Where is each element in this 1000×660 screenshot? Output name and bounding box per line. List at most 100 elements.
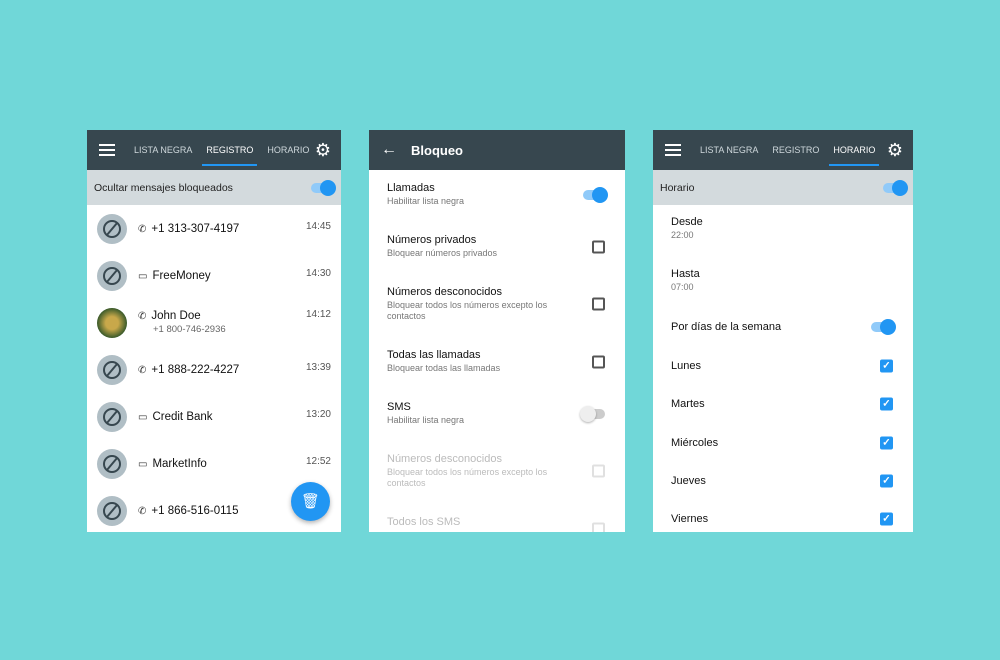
weekdays-toggle[interactable] [871,319,896,335]
setting-row[interactable]: SMS Habilitar lista negra [387,401,605,427]
tab-blacklist[interactable]: LISTA NEGRA [693,130,765,170]
day-row[interactable]: Lunes ✓ [671,358,893,374]
log-time: 12:52 [305,456,331,467]
tab-blacklist[interactable]: LISTA NEGRA [127,130,199,170]
menu-icon[interactable] [99,144,115,156]
from-value: 22:00 [671,230,694,240]
day-row[interactable]: Jueves ✓ [671,473,893,489]
tab-schedule[interactable]: HORARIO [826,130,882,170]
blocked-icon [97,354,127,385]
log-time: 14:30 [305,268,331,279]
phone-icon: ✆ [138,223,147,235]
setting-subtitle: Habilitar lista negra [387,196,465,206]
menu-icon[interactable] [665,144,681,156]
log-time: 14:45 [305,221,331,232]
day-row[interactable]: Martes ✓ [671,396,893,412]
setting-subtitle: Bloquear números privados [387,248,498,258]
phone-icon: ✆ [138,505,147,517]
setting-switch[interactable] [580,406,605,422]
log-time: 14:12 [305,309,331,320]
app-header: LISTA NEGRA REGISTRO HORARIO ⚙ [653,130,913,170]
call-log-screen: LISTA NEGRA REGISTRO HORARIO ⚙ Ocultar m… [87,130,341,532]
from-label: Desde [671,216,703,228]
hide-blocked-label: Ocultar mensajes bloqueados [94,181,233,194]
setting-checkbox[interactable] [592,240,605,254]
day-label: Lunes [671,360,701,372]
contact-name: MarketInfo [152,457,207,470]
avatar [97,307,127,338]
day-checkbox[interactable]: ✓ [880,436,893,450]
setting-checkbox[interactable] [592,464,605,478]
setting-row[interactable]: Todas las llamadas Bloquear todas las ll… [387,349,605,375]
day-checkbox[interactable]: ✓ [880,474,893,488]
blocked-icon [97,495,127,526]
app-header: LISTA NEGRA REGISTRO HORARIO ⚙ [87,130,341,170]
log-item[interactable]: ✆ +1 888-222-4227 13:39 [87,346,341,393]
setting-switch[interactable] [583,187,608,203]
setting-checkbox[interactable] [592,522,605,532]
phone-icon: ✆ [138,311,147,322]
contact-name: Credit Bank [152,410,213,423]
contact-name: FreeMoney [152,269,211,282]
from-time-row[interactable]: Desde 22:00 [671,216,893,241]
setting-checkbox[interactable] [592,355,605,369]
app-header: ← Bloqueo [369,130,625,170]
schedule-toggle-row: Horario [653,170,913,205]
tab-log[interactable]: REGISTRO [765,130,826,170]
contact-name: John Doe [151,310,201,322]
setting-title: SMS [387,401,411,413]
setting-title: Números desconocidos [387,286,502,298]
trash-icon: 🗑 [300,493,321,510]
setting-subtitle: Bloquear todos los números excepto los c… [387,467,548,488]
day-row[interactable]: Miércoles ✓ [671,435,893,451]
log-item[interactable]: ✆ John Doe +1 800-746-2936 14:12 [87,299,341,346]
log-time: 13:39 [305,362,331,373]
contact-number: +1 800-746-2936 [153,324,226,335]
log-item[interactable]: ▭ Credit Bank 13:20 [87,393,341,440]
gear-icon[interactable]: ⚙ [315,141,331,159]
day-checkbox[interactable]: ✓ [880,359,893,373]
weekdays-row: Por días de la semana [671,319,896,335]
log-item[interactable]: ✆ +1 313-307-4197 14:45 [87,205,341,252]
setting-checkbox[interactable] [592,297,605,311]
delete-fab[interactable]: 🗑 [291,482,330,521]
setting-title: Todos los SMS [387,516,461,528]
back-arrow-icon[interactable]: ← [381,141,397,159]
day-row[interactable]: Viernes ✓ [671,511,893,527]
day-checkbox[interactable]: ✓ [880,512,893,526]
log-time: 13:20 [305,409,331,420]
to-time-row[interactable]: Hasta 07:00 [671,268,893,293]
message-icon: ▭ [138,458,148,470]
log-item[interactable]: ▭ FreeMoney 14:30 [87,252,341,299]
hide-blocked-toggle[interactable] [311,179,336,196]
setting-row[interactable]: Todos los SMS [387,516,605,532]
setting-title: Números desconocidos [387,453,502,465]
hide-blocked-row: Ocultar mensajes bloqueados [87,170,341,205]
setting-subtitle: Bloquear todas las llamadas [387,363,501,373]
day-label: Martes [671,398,705,411]
log-item[interactable]: ▭ MarketInfo 12:52 [87,440,341,487]
tab-schedule[interactable]: HORARIO [260,130,316,170]
setting-title: Números privados [387,234,477,246]
contact-name: +1 313-307-4197 [151,222,240,235]
contact-name: +1 866-516-0115 [151,504,239,517]
gear-icon[interactable]: ⚙ [887,141,903,159]
setting-row[interactable]: Números privados Bloquear números privad… [387,234,605,260]
schedule-toggle[interactable] [883,179,908,196]
blocking-screen: ← Bloqueo Llamadas Habilitar lista negra… [369,130,625,532]
setting-row[interactable]: Llamadas Habilitar lista negra [387,182,608,208]
message-icon: ▭ [138,270,148,282]
day-label: Viernes [671,513,709,526]
schedule-label: Horario [660,181,695,194]
to-label: Hasta [671,268,700,280]
phone-icon: ✆ [138,364,147,376]
message-icon: ▭ [138,411,148,423]
setting-row[interactable]: Números desconocidos Bloquear todos los … [387,453,605,489]
tab-log[interactable]: REGISTRO [199,130,260,170]
day-checkbox[interactable]: ✓ [880,397,893,411]
day-label: Miércoles [671,436,719,449]
setting-title: Llamadas [387,182,435,194]
contact-name: +1 888-222-4227 [151,363,240,376]
setting-subtitle: Habilitar lista negra [387,415,465,425]
setting-row[interactable]: Números desconocidos Bloquear todos los … [387,286,605,322]
